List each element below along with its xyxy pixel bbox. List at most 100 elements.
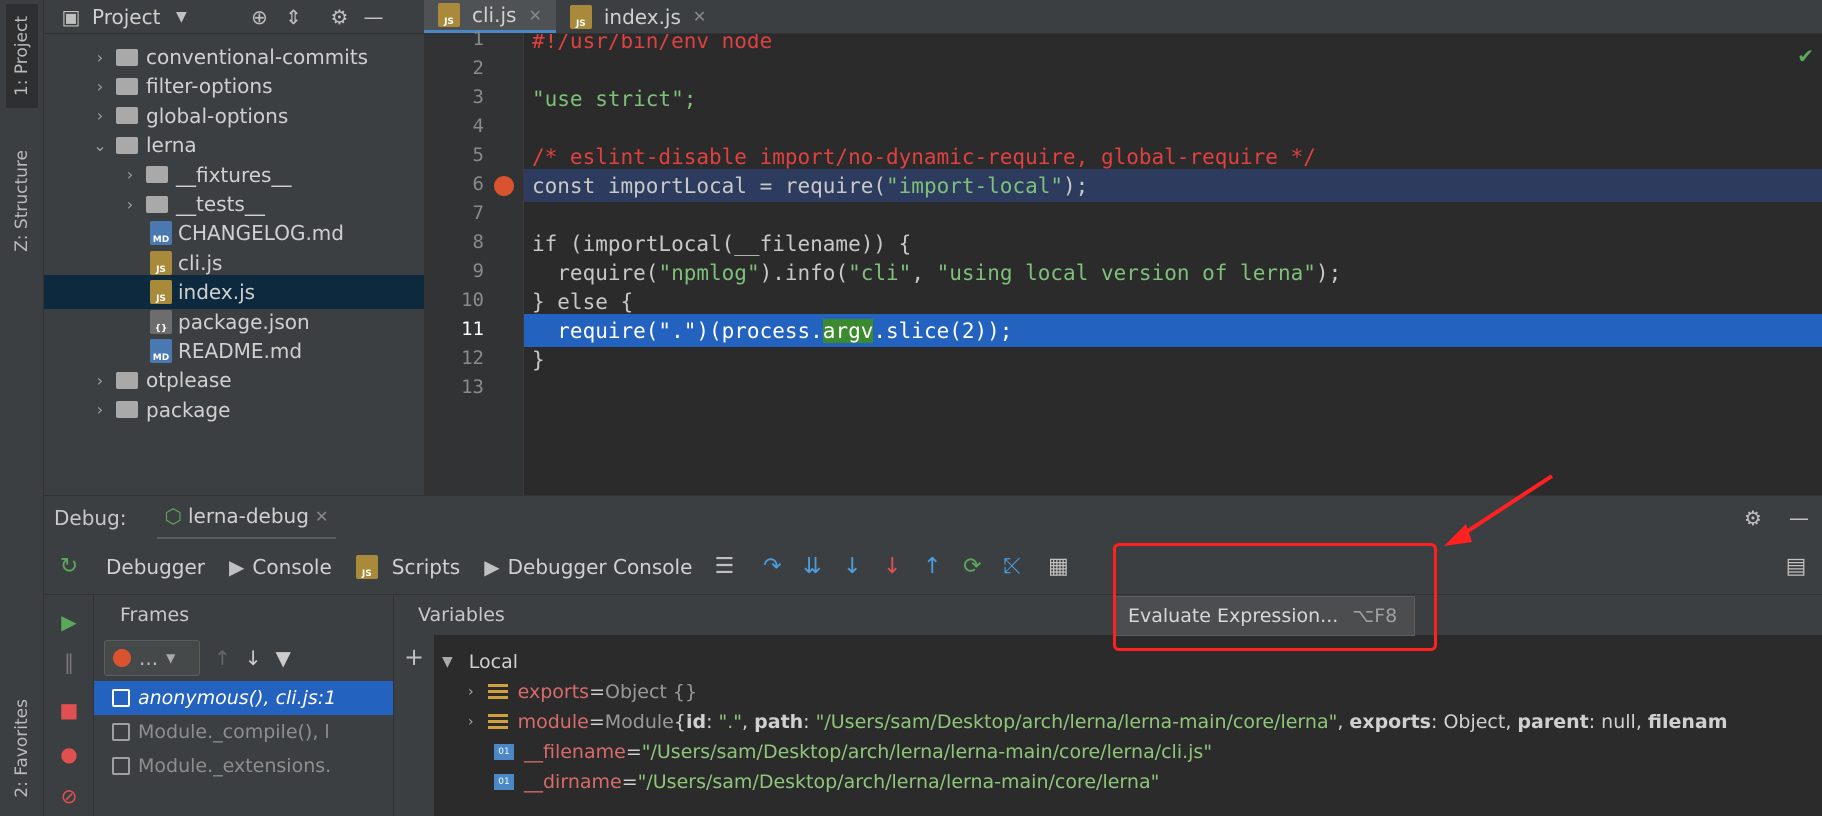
tree-item-label: filter-options	[146, 74, 273, 99]
breakpoint-icon[interactable]	[494, 176, 514, 196]
close-icon[interactable]: ✕	[315, 507, 328, 526]
force-step-into-icon[interactable]: ↓	[832, 547, 872, 587]
tree-item-label: global-options	[146, 103, 289, 128]
code-text: /* eslint-disable import/no-dynamic-requ…	[532, 144, 1316, 169]
variable-value: "/Users/sam/Desktop/arch/lerna/lerna-mai…	[815, 711, 1338, 733]
frames-panel: Frames ... ▼ ↑ ↓ ▼ anonymous(), cli.js:1…	[94, 595, 394, 816]
local-scope-row[interactable]: ▼ Local	[442, 645, 518, 679]
chevron-right-icon: ›	[468, 684, 474, 700]
variable-value: Object {}	[604, 681, 698, 703]
structure-tool-tab[interactable]: Z: Structure	[6, 136, 38, 266]
minimize-icon[interactable]: —	[1786, 505, 1812, 531]
favorites-tool-tab[interactable]: 2: Favorites	[6, 680, 38, 816]
tree-item-label: CHANGELOG.md	[178, 221, 344, 246]
layout-icon[interactable]: ▤	[1776, 547, 1816, 587]
editor-gutter[interactable]: 1 2 3 4 5 6 7 8 9 10 11 12 13	[424, 28, 524, 495]
gear-icon[interactable]: ⚙	[326, 4, 352, 30]
code-text: );	[1063, 173, 1089, 198]
close-icon[interactable]: ✕	[693, 7, 706, 26]
tab-console[interactable]: ▶ Console	[217, 539, 344, 595]
variable-text: ,	[1635, 711, 1648, 733]
variable-row-module[interactable]: › module = Module { id: ".", path: "/Use…	[468, 705, 1728, 739]
code-text: "use strict";	[532, 86, 697, 111]
add-watch-icon[interactable]: +	[394, 635, 434, 816]
console-icon: ▶	[484, 554, 500, 579]
variable-eq: =	[589, 681, 605, 703]
thread-selector[interactable]: ... ▼	[104, 640, 200, 676]
chevron-down-icon[interactable]: ▼	[168, 4, 194, 30]
frame-row[interactable]: anonymous(), cli.js:1	[94, 681, 393, 715]
code-text: ,	[911, 260, 937, 285]
favorites-tool-tab-label: 2: Favorites	[12, 698, 32, 798]
code-text: } else {	[532, 289, 634, 314]
menu-icon[interactable]: ☰	[704, 547, 744, 587]
gear-icon[interactable]: ⚙	[1740, 505, 1766, 531]
chevron-right-icon[interactable]: ›	[90, 106, 110, 125]
variable-row-dirname[interactable]: 01 __dirname = "/Users/sam/Desktop/arch/…	[494, 765, 1159, 799]
variable-row-exports[interactable]: › exports = Object {}	[468, 675, 697, 709]
thread-status-icon	[113, 649, 131, 667]
variable-name: __filename	[524, 741, 626, 763]
step-into-icon[interactable]: ⇊	[792, 547, 832, 587]
console-icon: ▶	[229, 554, 245, 579]
chevron-right-icon[interactable]: ›	[90, 48, 110, 67]
minimize-icon[interactable]: —	[360, 4, 386, 30]
collapse-all-icon[interactable]: ⇕	[280, 4, 306, 30]
frame-icon	[112, 757, 130, 775]
project-view-dropdown[interactable]: Project	[92, 5, 160, 29]
line-number: 5	[472, 144, 484, 166]
arrow-down-icon[interactable]: ↓	[245, 646, 262, 670]
variable-text: ,	[1505, 711, 1518, 733]
smart-step-into-icon[interactable]: ↓	[872, 547, 912, 587]
code-text: ).info(	[759, 260, 849, 285]
step-over-icon[interactable]: ↷	[752, 547, 792, 587]
project-tool-tab[interactable]: 1: Project	[6, 4, 38, 108]
variable-text: :	[803, 711, 816, 733]
chevron-right-icon[interactable]: ›	[120, 195, 140, 214]
arrow-up-icon[interactable]: ↑	[214, 646, 231, 670]
frame-row[interactable]: Module._compile(), l	[94, 715, 393, 749]
chevron-right-icon[interactable]: ›	[90, 400, 110, 419]
folder-icon	[116, 48, 138, 66]
chevron-right-icon[interactable]: ›	[90, 371, 110, 390]
mute-breakpoints-icon[interactable]: ⊘	[52, 779, 86, 813]
debug-label: Debug:	[54, 505, 127, 530]
tree-item-package[interactable]: › package	[44, 393, 424, 427]
project-panel: ▣ Project ▼ ⊕ ⇕ ⚙ — › conventional-commit…	[44, 0, 424, 495]
check-icon: ✔	[1797, 44, 1814, 68]
close-icon[interactable]: ✕	[528, 6, 541, 25]
debug-config-tab[interactable]: ⬡ lerna-debug ✕	[156, 496, 337, 540]
variable-row-filename[interactable]: 01 __filename = "/Users/sam/Desktop/arch…	[494, 735, 1212, 769]
tab-index-js[interactable]: JS index.js ✕	[556, 0, 720, 33]
tab-debugger[interactable]: Debugger	[94, 539, 217, 595]
rerun-icon[interactable]: ↻	[44, 547, 94, 587]
filter-icon[interactable]: ▼	[276, 646, 291, 670]
chevron-down-icon: ▼	[166, 651, 176, 665]
view-breakpoints-icon[interactable]: ●	[52, 737, 86, 771]
chevron-right-icon[interactable]: ›	[90, 77, 110, 96]
pause-icon[interactable]: ‖	[52, 645, 86, 679]
frame-row[interactable]: Module._extensions.	[94, 749, 393, 783]
resume-icon[interactable]: ▶	[52, 605, 86, 639]
calculator-icon[interactable]: ▦	[1038, 547, 1078, 587]
js-file-icon: JS	[150, 280, 172, 305]
tab-debugger-console[interactable]: ▶ Debugger Console	[472, 539, 704, 595]
tab-label: index.js	[603, 4, 681, 29]
variable-eq: =	[588, 711, 605, 733]
tab-label: Debugger	[106, 554, 205, 579]
chevron-right-icon[interactable]: ›	[120, 165, 140, 184]
code-editor[interactable]: #!/usr/bin/env node "use strict"; /* esl…	[524, 34, 1822, 495]
line-number: 6	[472, 173, 484, 195]
folder-icon	[146, 195, 168, 213]
annotation-highlight-box	[1113, 543, 1437, 651]
locate-icon[interactable]: ⊕	[246, 4, 272, 30]
step-out-icon[interactable]: ↑	[912, 547, 952, 587]
stop-icon[interactable]: ■	[52, 693, 86, 727]
tab-scripts[interactable]: JS Scripts	[344, 539, 472, 595]
drop-frame-icon[interactable]: ⤪	[992, 547, 1032, 587]
chevron-down-icon[interactable]: ⌄	[90, 136, 110, 155]
line-number: 12	[461, 347, 484, 369]
frames-header: Frames	[120, 604, 190, 626]
folder-icon	[116, 107, 138, 125]
run-to-cursor-icon[interactable]: ⟳	[952, 547, 992, 587]
